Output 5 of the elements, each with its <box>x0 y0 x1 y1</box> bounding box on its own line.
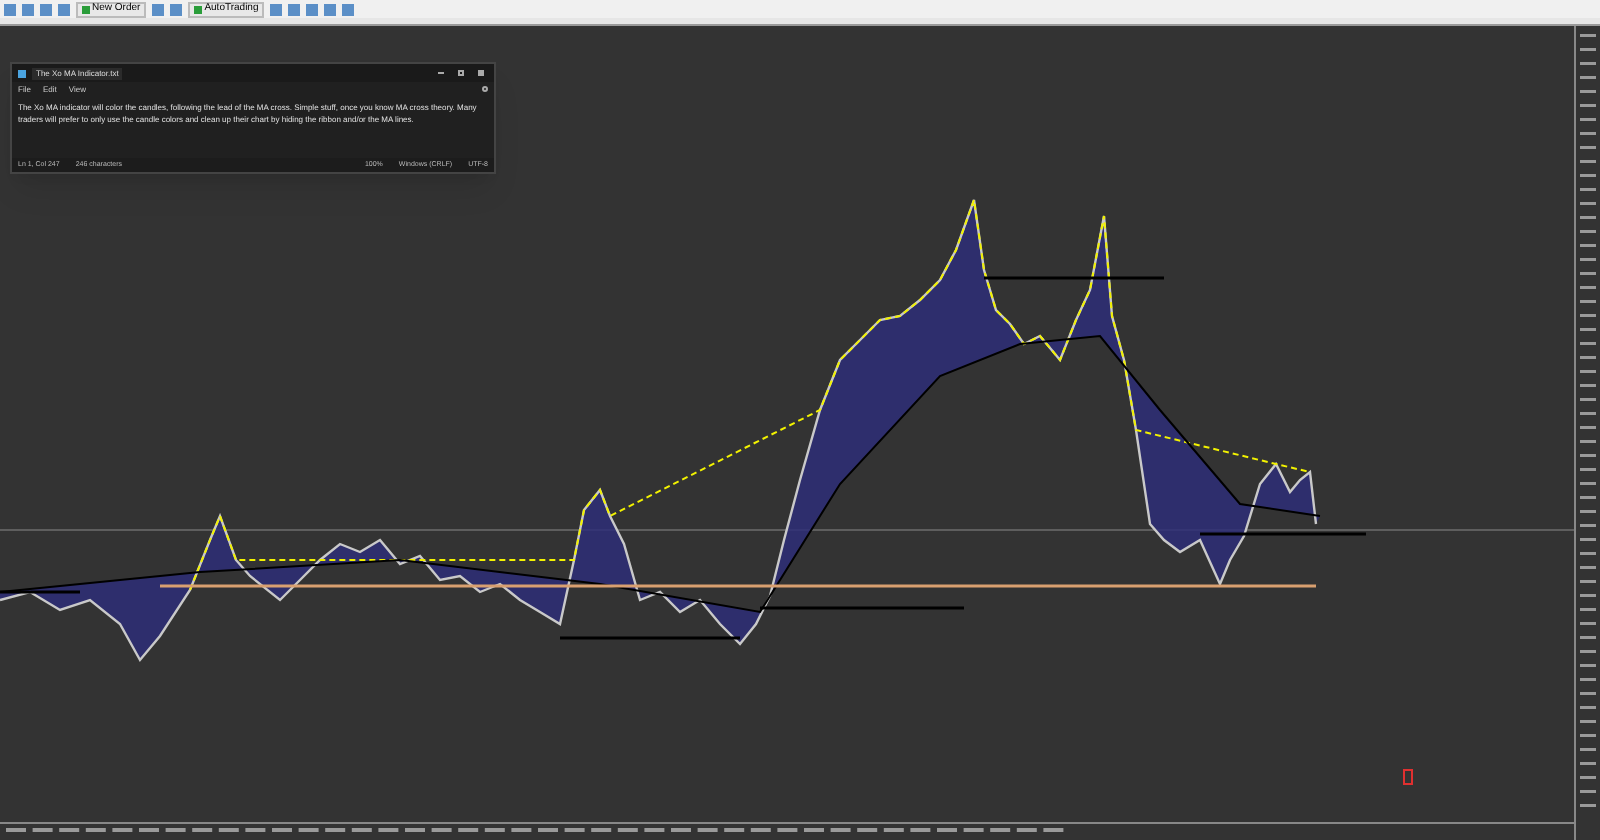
level-line <box>0 590 80 594</box>
settings-icon[interactable] <box>482 86 488 92</box>
maximize-icon[interactable] <box>458 70 464 76</box>
notepad-icon <box>18 69 26 77</box>
marker-icon <box>1403 769 1413 785</box>
